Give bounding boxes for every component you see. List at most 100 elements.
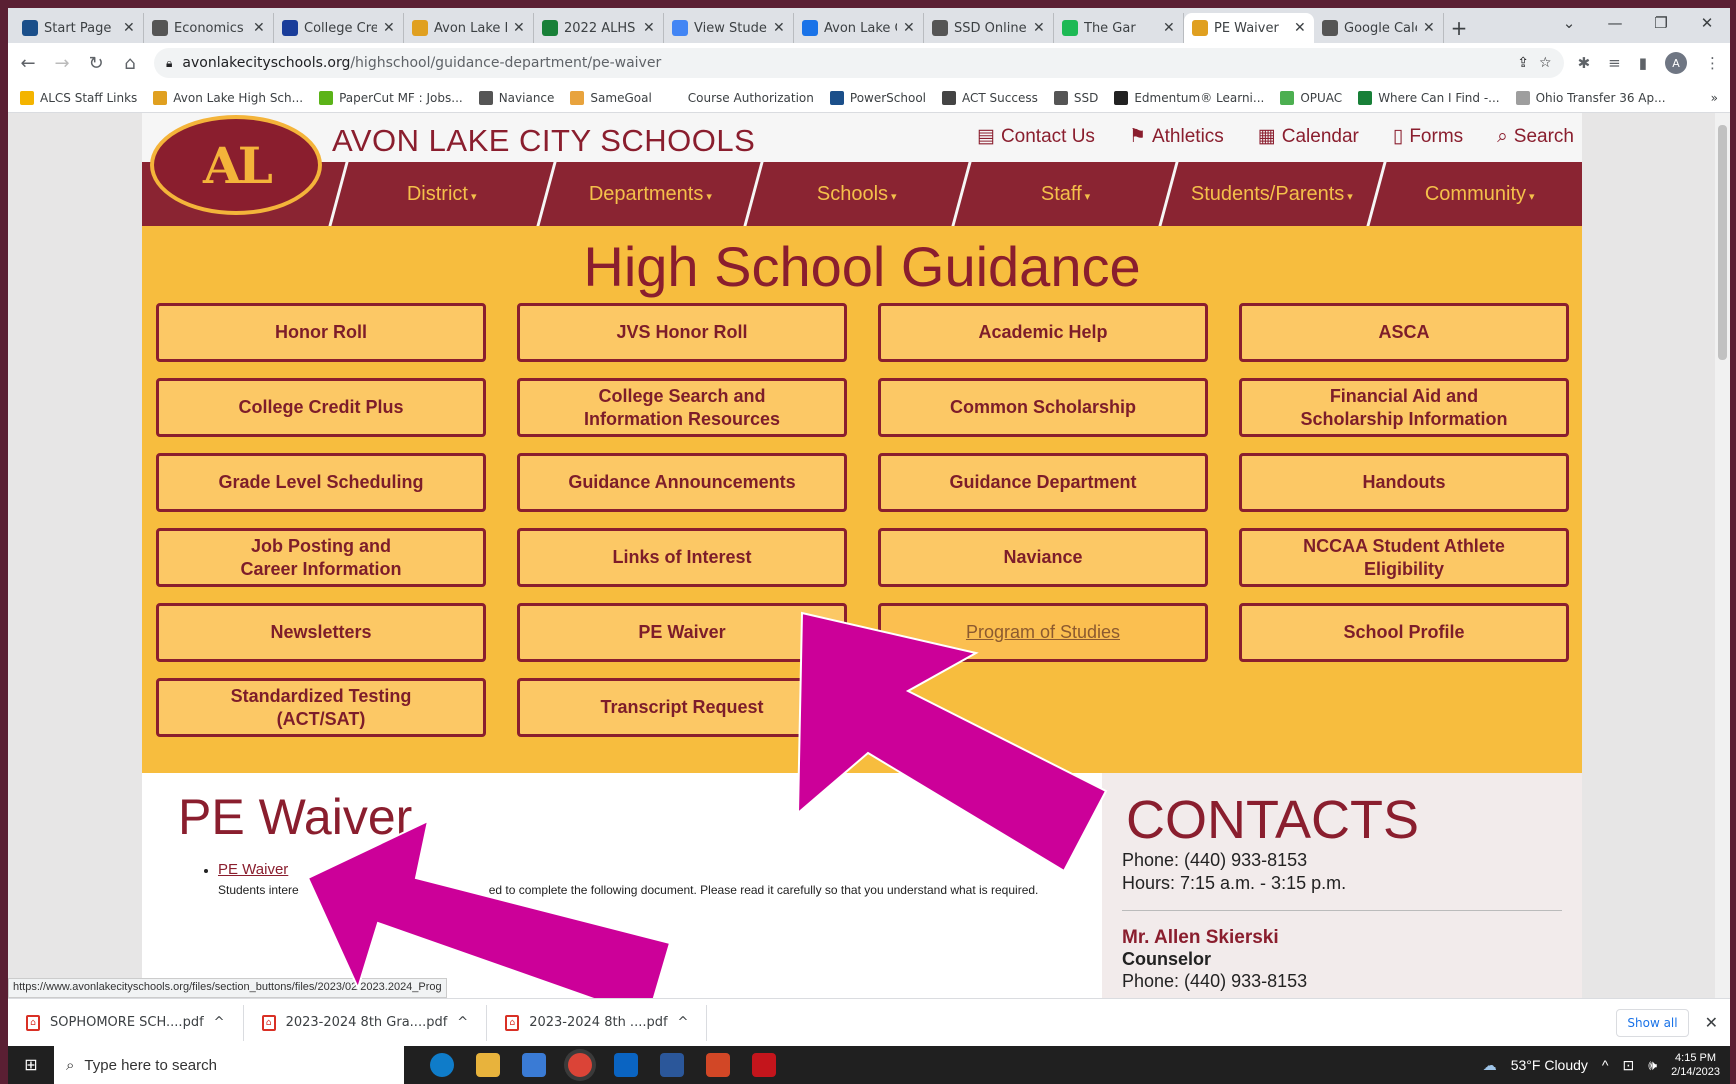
tab-search-icon[interactable]: ⌄: [1546, 8, 1592, 38]
bookmark-item[interactable]: Ohio Transfer 36 Ap...: [1515, 90, 1666, 105]
guidance-button[interactable]: Links of Interest: [517, 528, 847, 587]
bookmark-item[interactable]: PaperCut MF : Jobs...: [319, 90, 463, 105]
clock[interactable]: 4:15 PM 2/14/2023: [1671, 1051, 1720, 1079]
bookmark-item[interactable]: OPUAC: [1280, 90, 1342, 105]
tab-1[interactable]: Start Page ✕: [14, 13, 144, 43]
tab-close-icon[interactable]: ✕: [253, 20, 265, 36]
tab-11[interactable]: Google Cale ✕: [1314, 13, 1444, 43]
tab-close-icon[interactable]: ✕: [903, 20, 915, 36]
download-item[interactable]: ⌂ SOPHOMORE SCH....pdf ^: [8, 1004, 244, 1041]
guidance-button[interactable]: Naviance: [878, 528, 1208, 587]
tab-5[interactable]: 2022 ALHS (✕: [534, 13, 664, 43]
tab-close-icon[interactable]: ✕: [383, 20, 395, 36]
guidance-button[interactable]: Grade Level Scheduling: [156, 453, 486, 512]
lock-icon[interactable]: 🔒︎: [166, 56, 172, 71]
download-item[interactable]: ⌂ 2023-2024 8th ....pdf ^: [487, 1004, 708, 1041]
guidance-button[interactable]: Job Posting and Career Information: [156, 528, 486, 587]
guidance-button[interactable]: Guidance Announcements: [517, 453, 847, 512]
guidance-button[interactable]: Program of Studies: [878, 603, 1208, 662]
guidance-button[interactable]: Academic Help: [878, 303, 1208, 362]
file-explorer-icon[interactable]: [476, 1053, 500, 1077]
close-downloads-icon[interactable]: ✕: [1705, 1013, 1718, 1032]
back-button[interactable]: ←: [18, 53, 38, 74]
bookmark-item[interactable]: Edmentum® Learni...: [1114, 90, 1264, 105]
guidance-button[interactable]: Guidance Department: [878, 453, 1208, 512]
forward-button[interactable]: →: [52, 53, 72, 74]
bookmark-item[interactable]: Where Can I Find -...: [1358, 90, 1500, 105]
nav-item-district[interactable]: District: [328, 162, 554, 226]
tab-10[interactable]: PE Waiver ✕: [1184, 13, 1314, 43]
tab-close-icon[interactable]: ✕: [123, 20, 135, 36]
district-logo[interactable]: AL: [150, 115, 322, 215]
bookmark-item[interactable]: Course Authorization: [667, 90, 814, 105]
menu-icon[interactable]: ⋮: [1705, 54, 1720, 72]
top-link-athletics[interactable]: ⚑ Athletics: [1129, 125, 1224, 148]
download-item[interactable]: ⌂ 2023-2024 8th Gra....pdf ^: [244, 1004, 488, 1041]
address-bar[interactable]: 🔒︎ avonlakecityschools.org/highschool/gu…: [154, 48, 1564, 78]
guidance-button[interactable]: Newsletters: [156, 603, 486, 662]
weather-text[interactable]: 53°F Cloudy: [1511, 1057, 1588, 1073]
taskbar-search[interactable]: ⌕ Type here to search: [54, 1046, 404, 1084]
tab-9[interactable]: The Gar ✕: [1054, 13, 1184, 43]
bookmarks-overflow-icon[interactable]: »: [1711, 91, 1718, 105]
acrobat-icon[interactable]: [752, 1053, 776, 1077]
guidance-button[interactable]: College Search and Information Resources: [517, 378, 847, 437]
new-tab-button[interactable]: +: [1444, 13, 1474, 43]
tab-2[interactable]: Economics (✕: [144, 13, 274, 43]
bookmark-item[interactable]: Naviance: [478, 90, 554, 105]
nav-item-students-parents[interactable]: Students/Parents: [1158, 162, 1384, 226]
page-scrollbar[interactable]: [1715, 113, 1730, 998]
show-all-button[interactable]: Show all: [1616, 1008, 1689, 1037]
guidance-button[interactable]: Financial Aid and Scholarship Informatio…: [1239, 378, 1569, 437]
bookmark-item[interactable]: ACT Success: [942, 90, 1038, 105]
tab-close-icon[interactable]: ✕: [1033, 20, 1045, 36]
restore-button[interactable]: ❐: [1638, 8, 1684, 38]
guidance-button[interactable]: JVS Honor Roll: [517, 303, 847, 362]
tab-8[interactable]: SSD Online ✕: [924, 13, 1054, 43]
guidance-button[interactable]: School Profile: [1239, 603, 1569, 662]
store-icon[interactable]: [522, 1053, 546, 1077]
guidance-button[interactable]: College Credit Plus: [156, 378, 486, 437]
share-icon[interactable]: ⇪: [1517, 55, 1529, 71]
chevron-up-icon[interactable]: ^: [678, 1015, 689, 1030]
chevron-up-icon[interactable]: ^: [457, 1015, 468, 1030]
top-link-contact-us[interactable]: ▤ Contact Us: [977, 125, 1095, 148]
top-link-search[interactable]: ⌕ Search: [1497, 125, 1574, 148]
profile-avatar[interactable]: A: [1665, 52, 1687, 74]
tab-close-icon[interactable]: ✕: [773, 20, 785, 36]
tab-close-icon[interactable]: ✕: [1294, 20, 1306, 36]
guidance-button[interactable]: Honor Roll: [156, 303, 486, 362]
nav-item-schools[interactable]: Schools: [743, 162, 969, 226]
tab-close-icon[interactable]: ✕: [1423, 20, 1435, 36]
guidance-button[interactable]: Transcript Request: [517, 678, 847, 737]
word-icon[interactable]: [660, 1053, 684, 1077]
chevron-up-icon[interactable]: ^: [214, 1015, 225, 1030]
close-window-button[interactable]: ✕: [1684, 8, 1730, 38]
tray-chevron-icon[interactable]: ^: [1602, 1057, 1609, 1073]
site-name[interactable]: AVON LAKE CITY SCHOOLS: [332, 123, 755, 159]
network-icon[interactable]: ⊡: [1623, 1057, 1635, 1074]
top-link-forms[interactable]: ▯ Forms: [1393, 125, 1463, 148]
guidance-button[interactable]: ASCA: [1239, 303, 1569, 362]
home-button[interactable]: ⌂: [120, 53, 140, 74]
guidance-button[interactable]: Common Scholarship: [878, 378, 1208, 437]
reload-button[interactable]: ↻: [86, 53, 106, 74]
minimize-button[interactable]: —: [1592, 8, 1638, 38]
tab-7[interactable]: Avon Lake C ✕: [794, 13, 924, 43]
nav-item-community[interactable]: Community: [1365, 162, 1591, 226]
volume-icon[interactable]: 🕪︎: [1648, 1057, 1657, 1074]
guidance-button[interactable]: PE Waiver: [517, 603, 847, 662]
bookmark-item[interactable]: ALCS Staff Links: [20, 90, 137, 105]
bookmark-item[interactable]: SameGoal: [570, 90, 652, 105]
tab-close-icon[interactable]: ✕: [513, 20, 525, 36]
scrollbar-thumb[interactable]: [1718, 125, 1727, 360]
media-icon[interactable]: ≡: [1608, 54, 1621, 72]
top-link-calendar[interactable]: ▦ Calendar: [1258, 125, 1359, 148]
bookmark-item[interactable]: Avon Lake High Sch...: [153, 90, 303, 105]
tab-close-icon[interactable]: ✕: [1163, 20, 1175, 36]
outlook-icon[interactable]: [614, 1053, 638, 1077]
chrome-icon[interactable]: [568, 1053, 592, 1077]
guidance-button[interactable]: Handouts: [1239, 453, 1569, 512]
bookmark-item[interactable]: SSD: [1053, 90, 1098, 105]
start-button[interactable]: ⊞: [8, 1046, 54, 1084]
